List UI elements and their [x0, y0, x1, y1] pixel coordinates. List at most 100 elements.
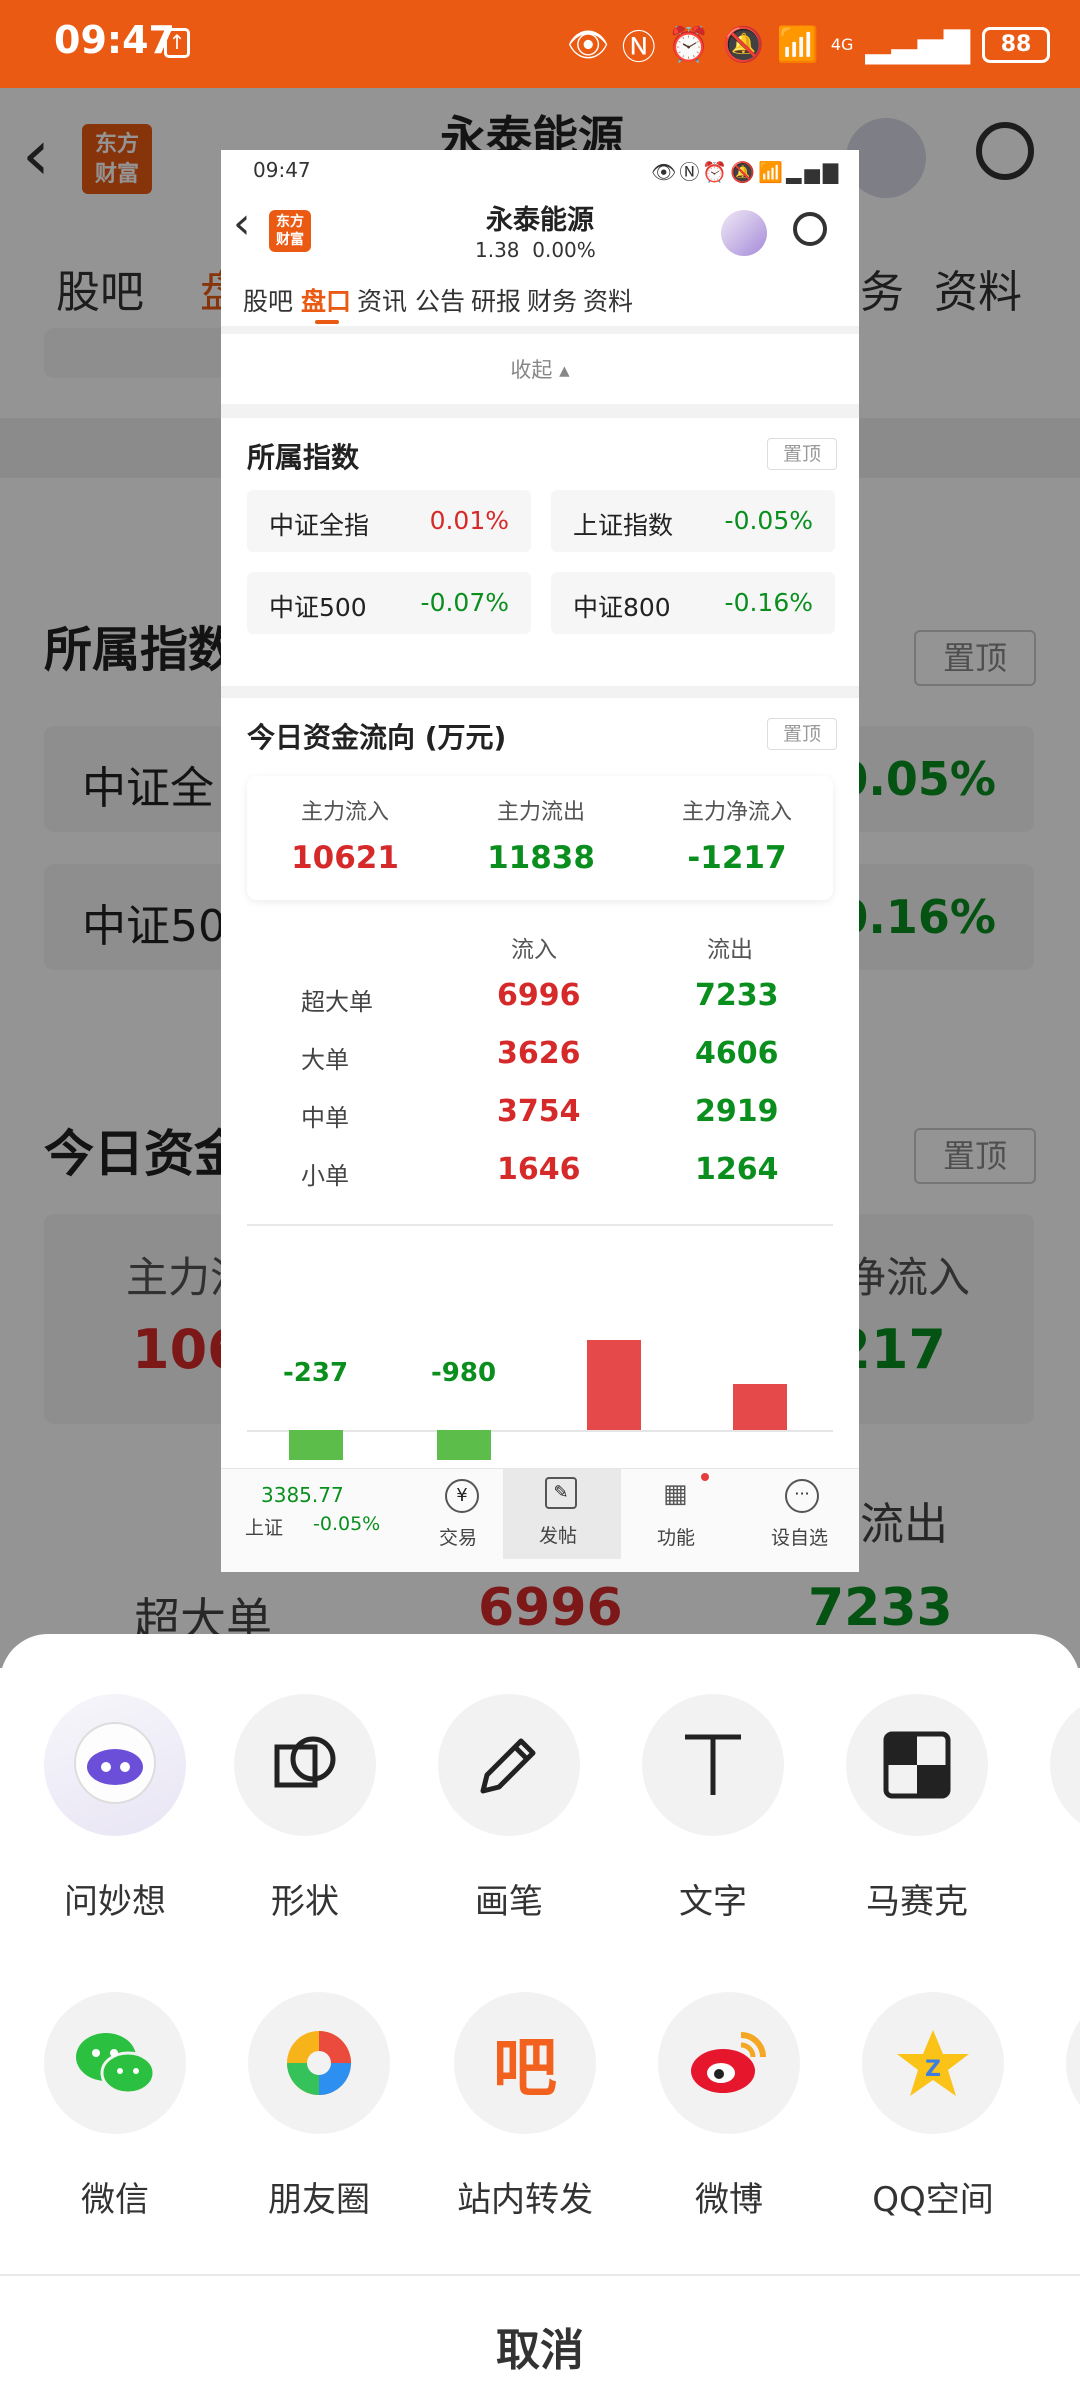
index-item[interactable]: 上证指数 -0.05%	[551, 490, 835, 552]
index-value: -0.07%	[420, 588, 509, 617]
forward-glyph: 吧	[493, 2032, 557, 2106]
sheet-item-shape[interactable]: 形状	[234, 1694, 376, 1922]
row-out: 7233	[695, 978, 779, 1013]
sheet-item-wechat[interactable]: 微信	[44, 1992, 186, 2220]
collapse-label: 收起 ▴	[510, 358, 570, 382]
network-type: 4G	[830, 35, 854, 54]
row-name: 超大单	[301, 988, 373, 1016]
index-pin-button[interactable]: 置顶	[767, 438, 837, 470]
bar-large	[437, 1430, 491, 1460]
robot-avatar-icon[interactable]	[721, 210, 767, 256]
add-watchlist-label: 设自选	[771, 1527, 829, 1549]
tab-pankou[interactable]: 盘口	[301, 282, 351, 318]
upload-icon: ↑	[164, 28, 190, 58]
index-card: 所属指数 置顶 中证全指 0.01% 上证指数 -0.05% 中证500 -0.…	[221, 418, 859, 686]
search-icon[interactable]	[793, 212, 827, 246]
index-name: 上证指数	[573, 511, 674, 540]
sheet-item-label: QQ空间	[872, 2180, 994, 2220]
wechat-icon	[44, 1992, 186, 2134]
sheet-item-pen[interactable]: 画笔	[438, 1694, 580, 1922]
bar-label: -237	[283, 1358, 349, 1388]
sheet-item-weibo[interactable]: 微博	[658, 1992, 800, 2220]
index-item[interactable]: 中证500 -0.07%	[247, 572, 531, 634]
tab-news[interactable]: 资讯	[357, 282, 407, 318]
tab-finance[interactable]: 财务	[527, 282, 577, 318]
tab-research[interactable]: 研报	[471, 282, 521, 318]
collapse-row[interactable]: 收起 ▴	[221, 334, 859, 404]
screenshot-preview[interactable]: 09:47 👁Ⓝ⏰🔕📶▂▅▇ ▭ ‹ 东方财富 永泰能源 1.38 0.00% …	[221, 150, 859, 1572]
bar-medium	[587, 1340, 641, 1430]
table-row: 超大单 6996 7233	[221, 966, 859, 1024]
tab-profile[interactable]: 资料	[583, 282, 633, 318]
sheet-item-qzone[interactable]: Z QQ空间	[862, 1992, 1004, 2220]
index-value: -0.05%	[724, 506, 813, 535]
cancel-button[interactable]: 取消	[0, 2276, 1080, 2400]
index-item[interactable]: 中证800 -0.16%	[551, 572, 835, 634]
sheet-item-label: 朋友圈	[268, 2180, 370, 2220]
flow-table: 超大单 6996 7233 大单 3626 4606 中单 3754 2919 …	[221, 966, 859, 1206]
summary-label: 主力流入	[300, 800, 389, 825]
wifi-icon: 📶	[776, 24, 819, 65]
flow-title: 今日资金流向 (万元)	[247, 721, 507, 754]
sheet-item-text[interactable]: 文字	[642, 1694, 784, 1922]
post-icon: ✎	[545, 1477, 577, 1509]
flow-summary: 主力流入 10621 主力流出 11838 主力净流入 -1217	[247, 776, 833, 900]
row-in: 3754	[497, 1094, 581, 1129]
table-row: 中单 3754 2919	[221, 1082, 859, 1140]
row-in: 1646	[497, 1152, 581, 1187]
pen-icon	[438, 1694, 580, 1836]
summary-value: -1217	[687, 840, 787, 876]
more-partial-icon	[1050, 1694, 1080, 1836]
row-out: 1264	[695, 1152, 779, 1187]
preview-price: 1.38	[475, 238, 520, 262]
sheet-item-moments[interactable]: 朋友圈	[248, 1992, 390, 2220]
summary-value: 10621	[291, 840, 399, 876]
status-icons: 👁 Ⓝ ⏰ 🔕 📶 4G ▂▃▅▇ 88	[567, 20, 1050, 69]
sheet-item-label: 马赛克	[866, 1882, 968, 1922]
row-out: 4606	[695, 1036, 779, 1071]
svg-text:Z: Z	[925, 2057, 941, 2082]
row-in: 3626	[497, 1036, 581, 1071]
function-label: 功能	[657, 1527, 696, 1549]
row-name: 大单	[301, 1046, 349, 1074]
weibo-icon	[658, 1992, 800, 2134]
alarm-icon: ⏰	[667, 24, 711, 65]
divider	[247, 1224, 833, 1226]
tab-guba[interactable]: 股吧	[243, 282, 293, 318]
collapse-text: 收起	[510, 358, 553, 382]
text-icon	[642, 1694, 784, 1836]
sheet-item-mosaic[interactable]: 马赛克	[846, 1694, 988, 1922]
grid-icon: ▦	[663, 1479, 688, 1509]
trade-button[interactable]: ¥ 交易	[423, 1469, 503, 1572]
sheet-item-ask[interactable]: 问妙想	[44, 1694, 186, 1922]
shape-icon	[234, 1694, 376, 1836]
add-watchlist-button[interactable]: ··· 设自选	[757, 1469, 847, 1572]
toolbar-index-name: 上证	[245, 1517, 284, 1539]
function-button[interactable]: ▦ 功能	[641, 1469, 721, 1572]
sheet-item-forward[interactable]: 吧 站内转发	[454, 1992, 596, 2220]
share-sheet: 问妙想 形状 画笔 文字 马赛克 微信 朋友圈 吧 站内转发 微博 Z QQ空间…	[0, 1634, 1080, 2400]
qzone-icon: Z	[862, 1992, 1004, 2134]
notification-dot	[701, 1473, 709, 1481]
status-time: 09:47	[54, 18, 175, 62]
toolbar-index-value: 3385.77	[261, 1483, 344, 1507]
preview-quote: 1.38 0.00%	[475, 238, 596, 262]
index-item[interactable]: 中证全指 0.01%	[247, 490, 531, 552]
trade-icon: ¥	[445, 1479, 479, 1513]
sheet-item-label: 画笔	[475, 1882, 543, 1922]
tab-notice[interactable]: 公告	[415, 282, 465, 318]
flow-pin-button[interactable]: 置顶	[767, 718, 837, 750]
more-partial-icon	[1066, 1992, 1080, 2134]
preview-status-bar: 09:47 👁Ⓝ⏰🔕📶▂▅▇ ▭	[221, 150, 859, 209]
table-row: 大单 3626 4606	[221, 1024, 859, 1082]
post-button[interactable]: ✎ 发帖	[503, 1469, 621, 1559]
row-name: 中单	[301, 1104, 349, 1132]
preview-change: 0.00%	[532, 238, 596, 262]
sheet-item-more-partial[interactable]	[1066, 1992, 1080, 2134]
sheet-item-more-partial[interactable]	[1050, 1694, 1080, 1836]
sheet-item-label: 问妙想	[64, 1882, 166, 1922]
mute-icon: 🔕	[722, 24, 765, 65]
flow-card: 今日资金流向 (万元) 置顶 主力流入 10621 主力流出 11838 主力净…	[221, 698, 859, 1572]
table-head-out: 流出	[707, 937, 753, 963]
bar-label: -980	[431, 1358, 497, 1388]
